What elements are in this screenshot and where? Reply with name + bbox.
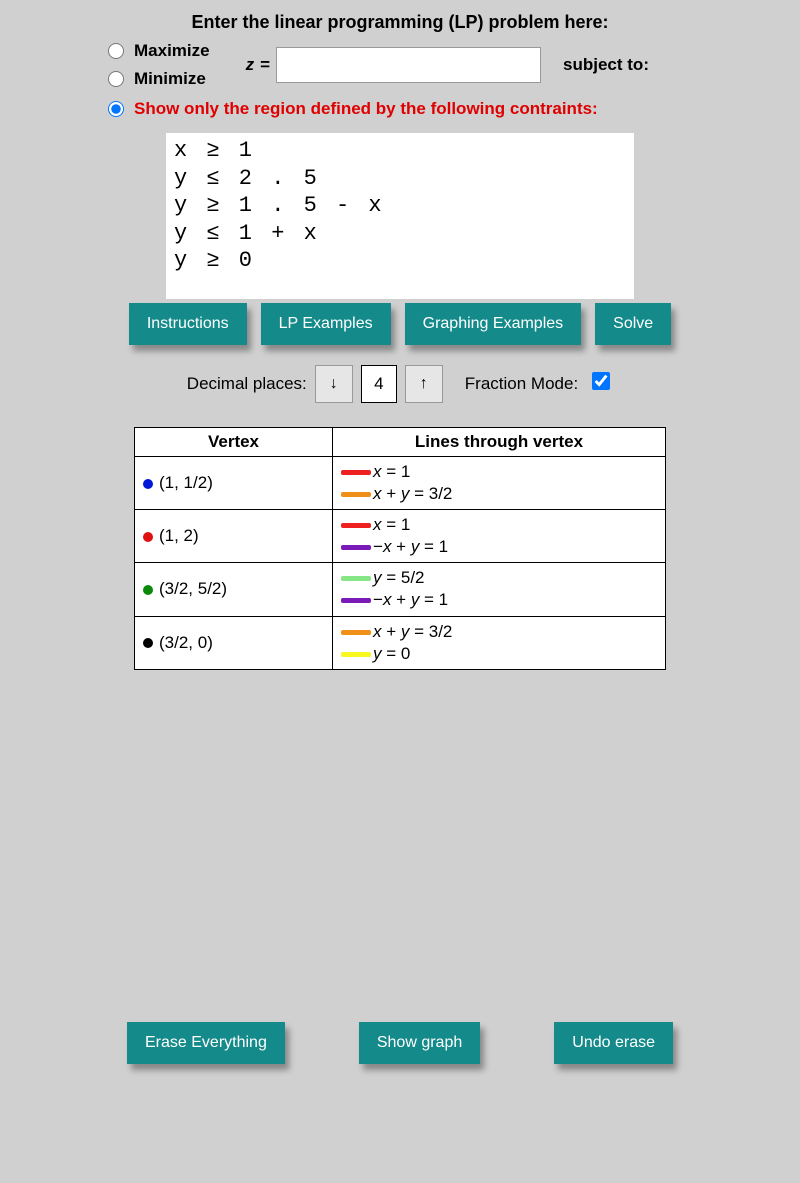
line-equation: x = 1 [373, 515, 410, 534]
graphing-examples-button[interactable]: Graphing Examples [405, 303, 582, 345]
line-item: x = 1 [341, 461, 657, 483]
solve-button[interactable]: Solve [595, 303, 671, 345]
vertex-cell: (3/2, 0) [135, 616, 333, 669]
show-graph-button[interactable]: Show graph [359, 1022, 480, 1064]
vertex-cell: (3/2, 5/2) [135, 563, 333, 616]
line-equation: −x + y = 1 [373, 590, 448, 609]
lines-cell: y = 5/2 −x + y = 1 [333, 563, 666, 616]
line-item: x + y = 3/2 [341, 621, 657, 643]
instructions-button[interactable]: Instructions [129, 303, 247, 345]
line-item: −x + y = 1 [341, 589, 657, 611]
lines-cell: x = 1 −x + y = 1 [333, 510, 666, 563]
vertex-label: (3/2, 5/2) [159, 579, 227, 598]
vertex-label: (1, 1/2) [159, 473, 213, 492]
line-item: y = 0 [341, 643, 657, 665]
show-region-radio[interactable] [108, 101, 124, 117]
line-item: x = 1 [341, 514, 657, 536]
line-item: −x + y = 1 [341, 536, 657, 558]
table-row: (1, 2) x = 1 −x + y = 1 [135, 510, 666, 563]
line-equation: x + y = 3/2 [373, 622, 452, 641]
minimize-radio[interactable] [108, 71, 124, 87]
decimal-places-label: Decimal places: [187, 374, 307, 394]
objective-input[interactable] [276, 47, 541, 83]
maximize-radio[interactable] [108, 43, 124, 59]
decimal-places-input[interactable] [361, 365, 397, 403]
fraction-mode-checkbox[interactable] [592, 372, 610, 390]
vertex-dot-icon [143, 585, 153, 595]
erase-everything-button[interactable]: Erase Everything [127, 1022, 285, 1064]
subject-to-label: subject to: [563, 55, 649, 75]
vertex-label: (3/2, 0) [159, 633, 213, 652]
vertex-table: Vertex Lines through vertex (1, 1/2) x = … [134, 427, 666, 670]
line-color-icon [341, 470, 371, 475]
table-row: (3/2, 5/2) y = 5/2 −x + y = 1 [135, 563, 666, 616]
line-equation: x + y = 3/2 [373, 484, 452, 503]
line-equation: y = 5/2 [373, 568, 425, 587]
lines-header: Lines through vertex [333, 428, 666, 457]
line-equation: −x + y = 1 [373, 537, 448, 556]
z-variable-label: z [246, 55, 255, 75]
decimal-increase-button[interactable]: ↑ [405, 365, 443, 403]
fraction-mode-label: Fraction Mode: [465, 374, 578, 394]
table-row: (3/2, 0) x + y = 3/2 y = 0 [135, 616, 666, 669]
table-row: (1, 1/2) x = 1 x + y = 3/2 [135, 457, 666, 510]
vertex-label: (1, 2) [159, 526, 199, 545]
show-region-option[interactable]: Show only the region defined by the foll… [0, 99, 800, 119]
minimize-option[interactable]: Minimize [108, 69, 210, 89]
constraints-textarea[interactable] [166, 133, 634, 299]
vertex-dot-icon [143, 532, 153, 542]
equals-label: = [260, 55, 270, 75]
line-color-icon [341, 598, 371, 603]
line-item: y = 5/2 [341, 567, 657, 589]
minimize-label: Minimize [134, 69, 206, 89]
lines-cell: x + y = 3/2 y = 0 [333, 616, 666, 669]
line-color-icon [341, 576, 371, 581]
maximize-label: Maximize [134, 41, 210, 61]
line-color-icon [341, 652, 371, 657]
line-item: x + y = 3/2 [341, 483, 657, 505]
vertex-cell: (1, 1/2) [135, 457, 333, 510]
line-equation: x = 1 [373, 462, 410, 481]
line-color-icon [341, 630, 371, 635]
show-region-label: Show only the region defined by the foll… [134, 99, 598, 119]
line-color-icon [341, 545, 371, 550]
decimal-decrease-button[interactable]: ↓ [315, 365, 353, 403]
vertex-cell: (1, 2) [135, 510, 333, 563]
lp-examples-button[interactable]: LP Examples [261, 303, 391, 345]
line-color-icon [341, 523, 371, 528]
vertex-dot-icon [143, 638, 153, 648]
line-equation: y = 0 [373, 644, 410, 663]
undo-erase-button[interactable]: Undo erase [554, 1022, 673, 1064]
line-color-icon [341, 492, 371, 497]
lines-cell: x = 1 x + y = 3/2 [333, 457, 666, 510]
page-header: Enter the linear programming (LP) proble… [0, 12, 800, 33]
vertex-header: Vertex [135, 428, 333, 457]
vertex-dot-icon [143, 479, 153, 489]
maximize-option[interactable]: Maximize [108, 41, 210, 61]
